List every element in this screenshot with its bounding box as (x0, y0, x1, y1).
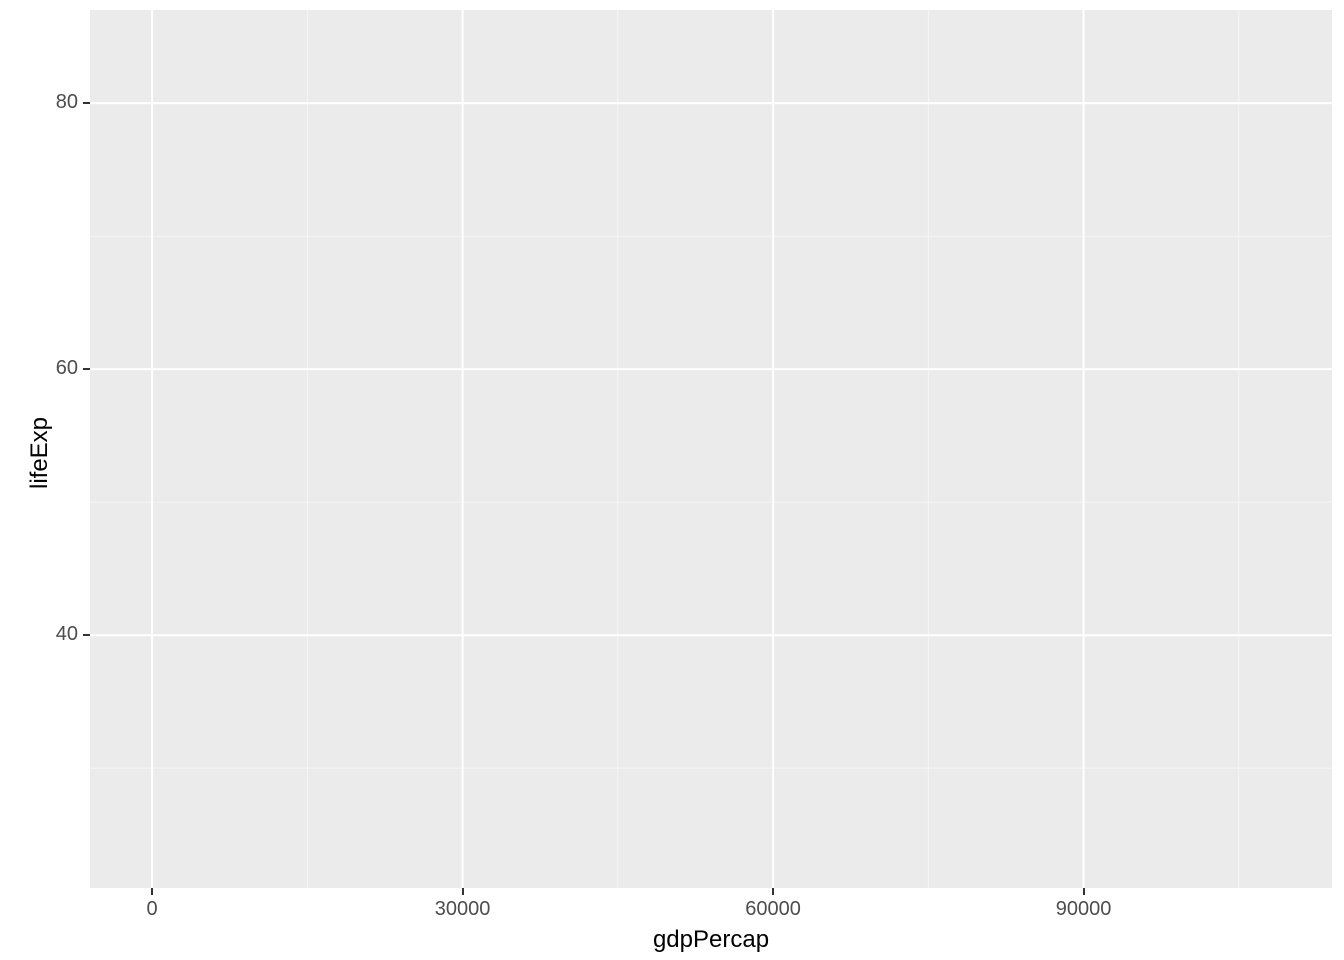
y-tick-mark (83, 368, 90, 370)
y-tick-label: 40 (0, 623, 78, 646)
x-tick-label: 90000 (1024, 898, 1144, 921)
x-tick-mark (1083, 888, 1085, 895)
y-tick-mark (83, 102, 90, 104)
gridlines (0, 0, 1344, 960)
y-tick-label: 80 (0, 91, 78, 114)
x-tick-label: 30000 (403, 898, 523, 921)
x-tick-label: 0 (92, 898, 212, 921)
x-tick-mark (462, 888, 464, 895)
x-tick-label: 60000 (713, 898, 833, 921)
y-tick-label: 60 (0, 357, 78, 380)
x-axis-label: gdpPercap (90, 926, 1332, 954)
chart-container: lifeExp gdpPercap 40 60 80 0 30000 60000 90000 (0, 0, 1344, 960)
y-tick-mark (83, 634, 90, 636)
x-tick-mark (772, 888, 774, 895)
y-axis-label: lifeExp (26, 417, 54, 489)
x-tick-mark (151, 888, 153, 895)
